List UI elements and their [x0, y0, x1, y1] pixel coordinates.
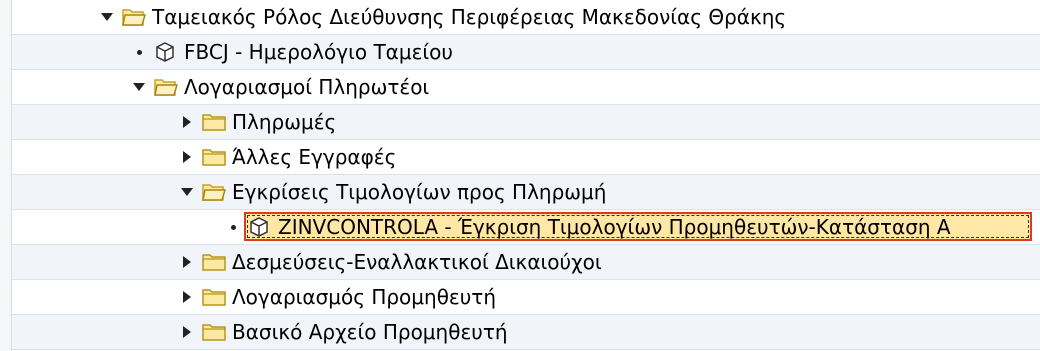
tree-node-payments[interactable]: Πληρωμές [180, 105, 336, 139]
collapsed-triangle-icon[interactable] [180, 290, 194, 304]
tree-node-label: Άλλες Εγγραφές [232, 145, 397, 169]
tree-node-label: Λογαριασμός Προμηθευτή [232, 285, 497, 309]
tree-row: Λογαριασμός Προμηθευτή [12, 280, 1040, 315]
collapsed-triangle-icon[interactable] [180, 255, 194, 269]
folder-icon [202, 111, 226, 133]
tree-node-label: Λογαριασμοί Πληρωτέοι [184, 75, 430, 99]
tree-row: Πληρωμές [12, 105, 1040, 140]
tree-node-label: ZINVCONTROLA - Έγκριση Τιμολογίων Προμηθ… [278, 215, 951, 239]
transaction-cube-icon [248, 216, 272, 238]
tree-node-invoice-approvals[interactable]: Εγκρίσεις Τιμολογίων προς Πληρωμή [180, 175, 606, 209]
expanded-triangle-icon[interactable] [100, 10, 114, 24]
menu-tree: Ταμειακός Ρόλος Διεύθυνσης Περιφέρειας Μ… [12, 0, 1040, 351]
open-folder-icon [202, 181, 226, 203]
tree-node-cash-role[interactable]: Ταμειακός Ρόλος Διεύθυνσης Περιφέρειας Μ… [100, 0, 786, 34]
tree-node-accounts-payable[interactable]: Λογαριασμοί Πληρωτέοι [132, 70, 429, 104]
tree-node-label: Πληρωμές [232, 110, 337, 134]
transaction-cube-icon [154, 41, 178, 63]
tree-row: Εγκρίσεις Τιμολογίων προς Πληρωμή [12, 175, 1040, 210]
tree-row: Δεσμεύσεις-Εναλλακτικοί Δικαιούχοι [12, 245, 1040, 280]
tree-node-other-entries[interactable]: Άλλες Εγγραφές [180, 140, 396, 174]
tree-node-vendor-master[interactable]: Βασικό Αρχείο Προμηθευτή [180, 315, 508, 349]
tree-row: ZINVCONTROLA - Έγκριση Τιμολογίων Προμηθ… [12, 210, 1040, 245]
tree-node-label: Εγκρίσεις Τιμολογίων προς Πληρωμή [232, 180, 607, 204]
tree-node-commitments[interactable]: Δεσμεύσεις-Εναλλακτικοί Δικαιούχοι [180, 245, 602, 279]
folder-icon [202, 286, 226, 308]
tree-node-label: Βασικό Αρχείο Προμηθευτή [232, 320, 508, 344]
open-folder-icon [122, 6, 146, 28]
expanded-triangle-icon[interactable] [132, 80, 146, 94]
left-panel-edge [0, 0, 12, 351]
tree-node-label: Ταμειακός Ρόλος Διεύθυνσης Περιφέρειας Μ… [152, 5, 787, 29]
tree-node-zinvcontrola[interactable]: ZINVCONTROLA - Έγκριση Τιμολογίων Προμηθ… [226, 210, 951, 244]
tree-row: Λογαριασμοί Πληρωτέοι [12, 70, 1040, 105]
collapsed-triangle-icon[interactable] [180, 325, 194, 339]
tree-row: Ταμειακός Ρόλος Διεύθυνσης Περιφέρειας Μ… [12, 0, 1040, 35]
tree-row: Βασικό Αρχείο Προμηθευτή [12, 315, 1040, 350]
tree-row: Άλλες Εγγραφές [12, 140, 1040, 175]
bullet-icon [132, 49, 146, 55]
collapsed-triangle-icon[interactable] [180, 150, 194, 164]
folder-icon [202, 251, 226, 273]
tree-node-fbcj[interactable]: FBCJ - Ημερολόγιο Ταμείου [132, 35, 453, 69]
open-folder-icon [154, 76, 178, 98]
folder-icon [202, 146, 226, 168]
tree-node-vendor-account[interactable]: Λογαριασμός Προμηθευτή [180, 280, 496, 314]
tree-row: FBCJ - Ημερολόγιο Ταμείου [12, 35, 1040, 70]
bullet-icon [226, 224, 240, 230]
expanded-triangle-icon[interactable] [180, 185, 194, 199]
collapsed-triangle-icon[interactable] [180, 115, 194, 129]
tree-node-label: Δεσμεύσεις-Εναλλακτικοί Δικαιούχοι [232, 250, 602, 274]
folder-icon [202, 321, 226, 343]
tree-node-label: FBCJ - Ημερολόγιο Ταμείου [184, 40, 453, 64]
